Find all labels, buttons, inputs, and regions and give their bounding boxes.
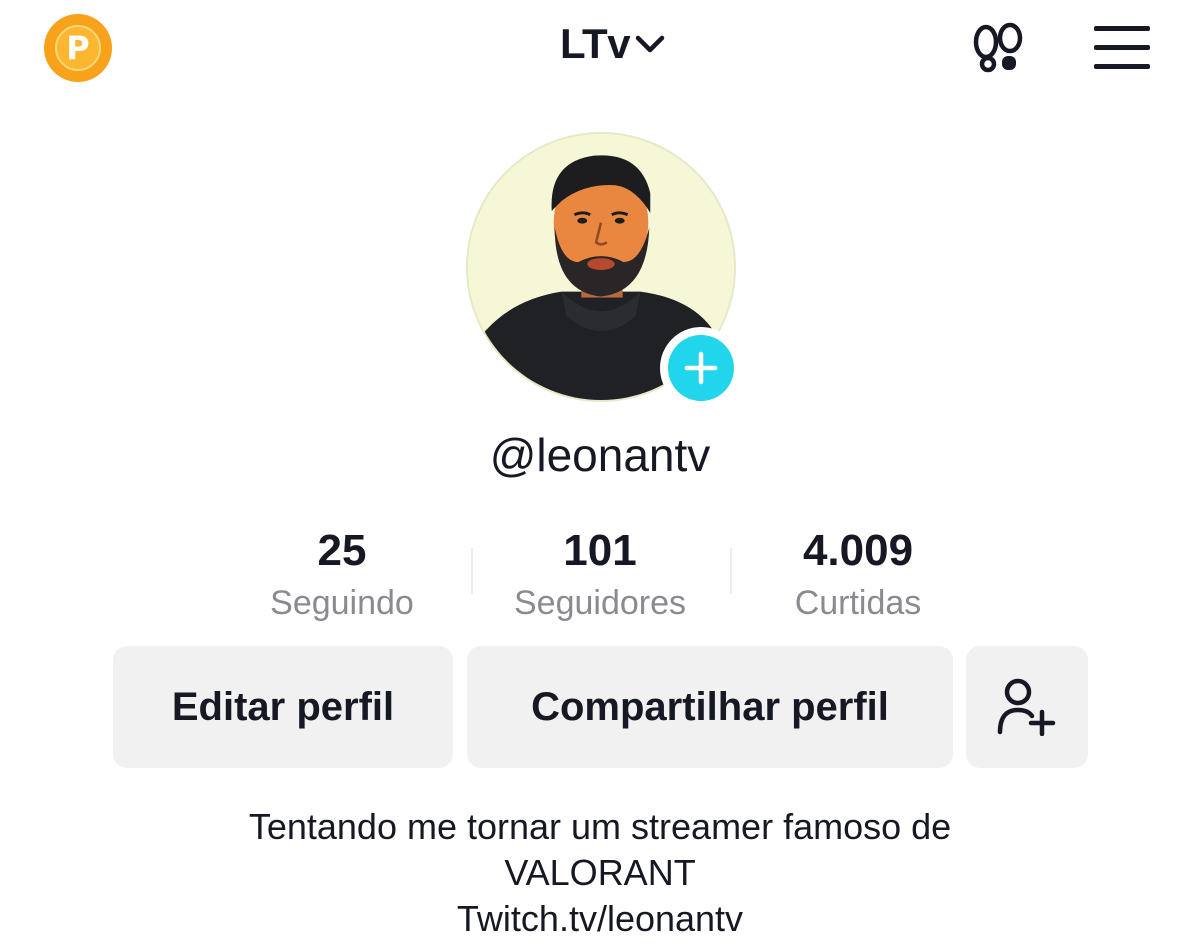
bio-link[interactable]: Twitch.tv/leonantv: [0, 896, 1200, 942]
stat-value: 101: [563, 526, 637, 575]
footprints-icon[interactable]: [968, 22, 1030, 78]
stat-following[interactable]: 25 Seguindo: [212, 525, 472, 629]
share-profile-button[interactable]: Compartilhar perfil: [467, 646, 953, 768]
username: @leonantv: [489, 429, 711, 481]
profile-title: LTv: [560, 20, 631, 67]
account-switcher[interactable]: LTv: [560, 20, 668, 68]
stat-value: 25: [317, 526, 367, 575]
bio-line: Tentando me tornar um streamer famoso de: [248, 806, 952, 847]
coin-letter: P: [55, 25, 101, 71]
stat-label: Curtidas: [794, 584, 922, 622]
stat-label: Seguidores: [513, 584, 686, 622]
stat-likes[interactable]: 4.009 Curtidas: [728, 525, 988, 629]
hamburger-menu-icon[interactable]: [1094, 26, 1150, 70]
chevron-down-icon: [635, 35, 665, 53]
coins-badge[interactable]: P: [44, 14, 112, 82]
plus-icon: [684, 351, 718, 385]
profile-page: P LTv @leonantv 25 Seguindo 101 Seguidor…: [0, 0, 1200, 949]
add-user-icon: [997, 678, 1056, 736]
stat-followers[interactable]: 101 Seguidores: [470, 525, 730, 629]
add-avatar-button[interactable]: [660, 327, 742, 409]
edit-profile-button[interactable]: Editar perfil: [113, 646, 453, 768]
stat-value: 4.009: [802, 526, 914, 575]
bio-line: VALORANT: [504, 852, 696, 893]
add-friend-button[interactable]: [966, 646, 1088, 768]
stat-label: Seguindo: [270, 584, 414, 622]
